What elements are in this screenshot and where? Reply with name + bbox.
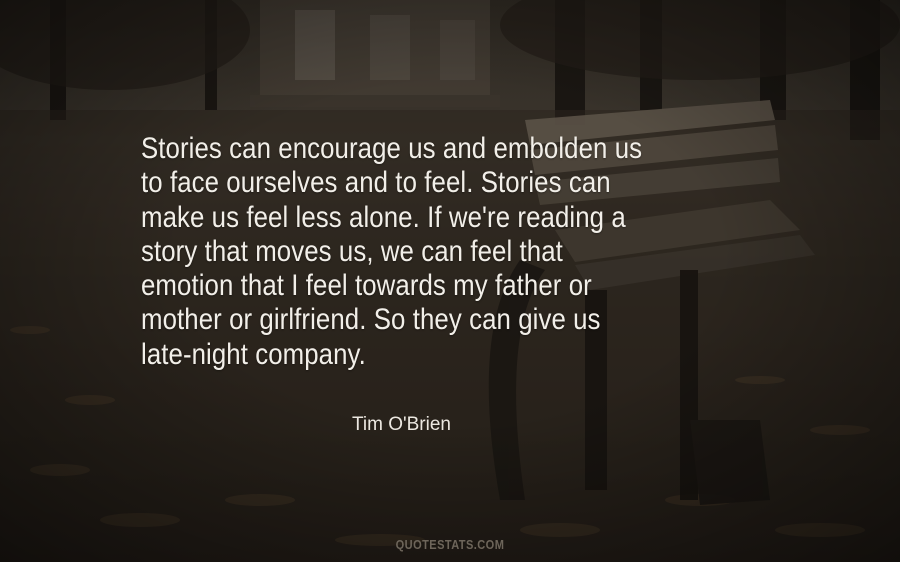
quote-line: late-night company. [141, 337, 366, 371]
quote-line: make us feel less alone. If we're readin… [141, 200, 626, 234]
quote-line: to face ourselves and to feel. Stories c… [141, 166, 611, 200]
quote-image: Stories can encourage us and embolden us… [0, 0, 900, 562]
watermark: QUOTESTATS.COM [395, 537, 505, 552]
quote-line: mother or girlfriend. So they can give u… [141, 303, 601, 337]
quote-line: Stories can encourage us and embolden us [141, 132, 643, 165]
quote-author: Tim O'Brien [352, 414, 451, 435]
quote-line: emotion that I feel towards my father or [141, 269, 592, 303]
quote-text: Stories can encourage us and embolden us… [141, 132, 781, 372]
quote-line: story that moves us, we can feel that [141, 234, 563, 268]
